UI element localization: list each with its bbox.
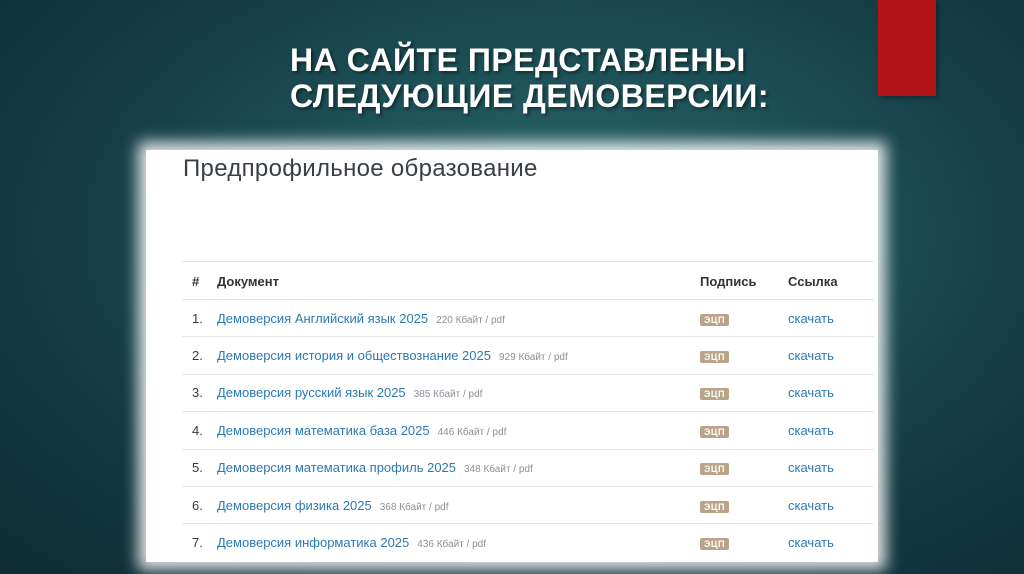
accent-rectangle — [878, 0, 936, 96]
signature-cell: ЭЦП — [700, 337, 788, 374]
document-link[interactable]: Демоверсия Английский язык 2025 — [217, 311, 428, 326]
download-link[interactable]: скачать — [788, 460, 834, 475]
document-link[interactable]: Демоверсия физика 2025 — [217, 498, 372, 513]
signature-badge[interactable]: ЭЦП — [700, 351, 729, 364]
file-size: 436 Кбайт / pdf — [417, 539, 487, 551]
document-link[interactable]: Демоверсия информатика 2025 — [217, 535, 409, 550]
download-cell: скачать — [788, 486, 874, 523]
row-number: 3. — [192, 385, 203, 401]
signature-cell: ЭЦП — [700, 486, 788, 523]
table-row: 7. Демоверсия информатика 2025 436 Кбайт /… — [182, 523, 874, 561]
row-number: 4. — [192, 422, 203, 438]
column-header-number: # — [192, 274, 200, 289]
table-row: 6. Демоверсия физика 2025 368 Кбайт / pdf Э… — [182, 486, 874, 523]
signature-badge[interactable]: ЭЦП — [700, 538, 729, 551]
download-cell: скачать — [788, 524, 874, 561]
file-size: 348 Кбайт / pdf — [464, 464, 533, 476]
document-cell: Демоверсия русский язык 2025 385 Кбайт / … — [217, 374, 700, 411]
document-cell: Демоверсия математика профиль 2025 348 Кб… — [217, 449, 700, 486]
table-row: 5. Демоверсия математика профиль 2025 348 … — [182, 449, 874, 486]
download-link[interactable]: скачать — [788, 535, 834, 550]
signature-cell: ЭЦП — [700, 374, 788, 411]
download-cell: скачать — [788, 412, 874, 449]
website-screenshot: Предпрофильное образование # Документ По… — [146, 150, 878, 562]
download-cell: скачать — [788, 449, 874, 486]
row-number: 1. — [192, 310, 203, 326]
signature-cell: ЭЦП — [700, 524, 788, 561]
column-header-link: Ссылка — [788, 274, 838, 289]
download-cell: скачать — [788, 300, 874, 337]
file-size: 446 Кбайт / pdf — [437, 426, 507, 438]
file-size: 929 Кбайт / pdf — [498, 352, 568, 364]
column-header-document: Документ — [217, 274, 279, 289]
signature-badge[interactable]: ЭЦП — [700, 425, 729, 438]
download-link[interactable]: скачать — [788, 348, 834, 363]
document-cell: Демоверсия история и обществознание 2025… — [217, 337, 700, 374]
download-cell: скачать — [788, 337, 874, 374]
table-row: 3. Демоверсия русский язык 2025 385 Кбайт … — [182, 374, 874, 411]
document-cell: Демоверсия информатика 2025 436 Кбайт / p… — [217, 524, 700, 561]
page-heading: Предпрофильное образование — [183, 155, 538, 182]
table-body: 1. Демоверсия Английский язык 2025 220 Кба… — [182, 299, 874, 562]
file-size: 385 Кбайт / pdf — [413, 389, 483, 401]
download-link[interactable]: скачать — [788, 498, 834, 513]
signature-badge[interactable]: ЭЦП — [700, 388, 729, 401]
download-link[interactable]: скачать — [788, 423, 834, 438]
file-size: 220 Кбайт / pdf — [436, 314, 505, 326]
row-number: 7. — [192, 535, 203, 551]
column-header-signature: Подпись — [700, 274, 757, 289]
signature-cell: ЭЦП — [700, 300, 788, 337]
table-header-row: # Документ Подпись Ссылка — [182, 261, 874, 300]
document-cell: Демоверсия Английский язык 2025 220 Кбайт… — [217, 300, 700, 337]
document-link[interactable]: Демоверсия русский язык 2025 — [217, 385, 406, 400]
download-link[interactable]: скачать — [788, 385, 834, 400]
signature-cell: ЭЦП — [700, 449, 788, 486]
download-link[interactable]: скачать — [788, 311, 834, 326]
document-link[interactable]: Демоверсия математика база 2025 — [217, 423, 430, 438]
document-link[interactable]: Демоверсия история и обществознание 2025 — [217, 348, 491, 363]
signature-badge[interactable]: ЭЦП — [700, 500, 729, 513]
documents-table: # Документ Подпись Ссылка 1. Демоверсия А… — [182, 261, 874, 561]
file-size: 368 Кбайт / pdf — [379, 501, 449, 513]
signature-badge[interactable]: ЭЦП — [700, 313, 729, 326]
document-cell: Демоверсия физика 2025 368 Кбайт / pdf — [217, 486, 700, 523]
slide-title: НА САЙТЕ ПРЕДСТАВЛЕНЫ СЛЕДУЮЩИЕ ДЕМОВЕРС… — [290, 42, 850, 114]
row-number: 6. — [192, 497, 203, 513]
download-cell: скачать — [788, 374, 874, 411]
slide-title-line-1: НА САЙТЕ ПРЕДСТАВЛЕНЫ — [290, 42, 746, 78]
row-number: 5. — [192, 460, 203, 476]
table-row: 2. Демоверсия история и обществознание 20… — [182, 336, 874, 374]
row-number: 2. — [192, 348, 203, 364]
table-row: 4. Демоверсия математика база 2025 446 Кба… — [182, 411, 874, 449]
slide-title-line-2: СЛЕДУЮЩИЕ ДЕМОВЕРСИИ: — [290, 78, 769, 114]
table-row: 1. Демоверсия Английский язык 2025 220 Кба… — [182, 299, 874, 337]
signature-cell: ЭЦП — [700, 412, 788, 449]
document-cell: Демоверсия математика база 2025 446 Кбайт… — [217, 412, 700, 449]
signature-badge[interactable]: ЭЦП — [700, 463, 729, 476]
document-link[interactable]: Демоверсия математика профиль 2025 — [217, 460, 456, 475]
